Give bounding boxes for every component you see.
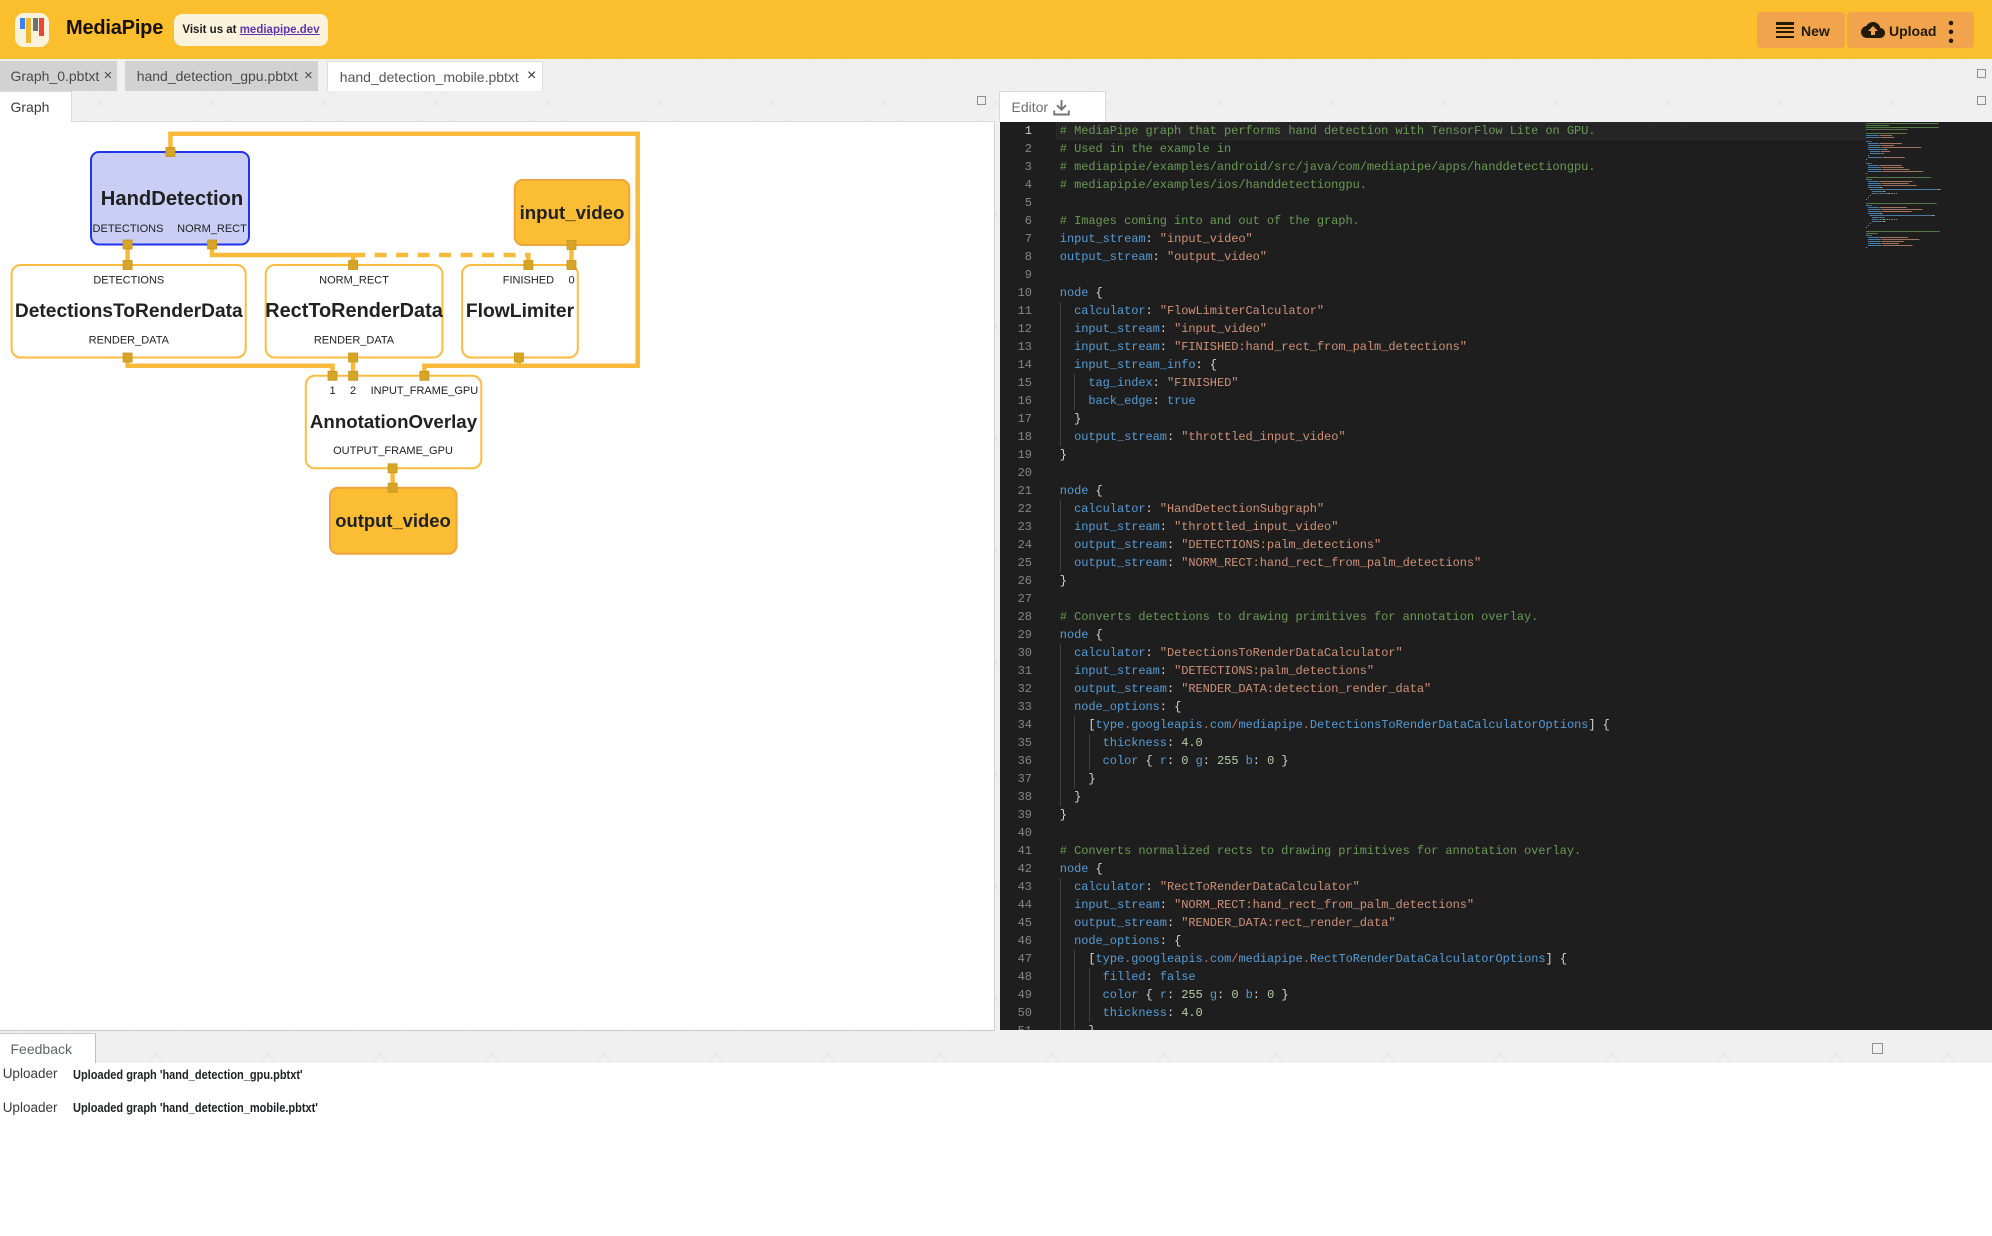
svg-text:NORM_RECT: NORM_RECT [319, 275, 389, 287]
svg-text:1: 1 [329, 385, 335, 397]
svg-text:INPUT_FRAME_GPU: INPUT_FRAME_GPU [371, 385, 479, 397]
svg-text:DETECTIONS: DETECTIONS [93, 275, 164, 287]
svg-text:DetectionsToRenderData: DetectionsToRenderData [15, 301, 243, 322]
svg-text:RENDER_DATA: RENDER_DATA [89, 335, 170, 347]
svg-text:DETECTIONS: DETECTIONS [93, 223, 164, 235]
svg-text:AnnotationOverlay: AnnotationOverlay [310, 411, 478, 432]
svg-text:RectToRenderData: RectToRenderData [265, 300, 444, 322]
svg-text:output_video: output_video [335, 510, 450, 531]
svg-text:NORM_RECT: NORM_RECT [177, 223, 247, 235]
svg-text:FINISHED: FINISHED [503, 275, 554, 287]
svg-text:FlowLimiter: FlowLimiter [466, 301, 575, 322]
svg-text:RENDER_DATA: RENDER_DATA [314, 335, 395, 347]
svg-text:0: 0 [568, 275, 574, 287]
svg-text:HandDetection: HandDetection [101, 188, 243, 210]
svg-text:OUTPUT_FRAME_GPU: OUTPUT_FRAME_GPU [333, 445, 453, 457]
svg-text:2: 2 [350, 385, 356, 397]
svg-text:input_video: input_video [520, 202, 625, 223]
